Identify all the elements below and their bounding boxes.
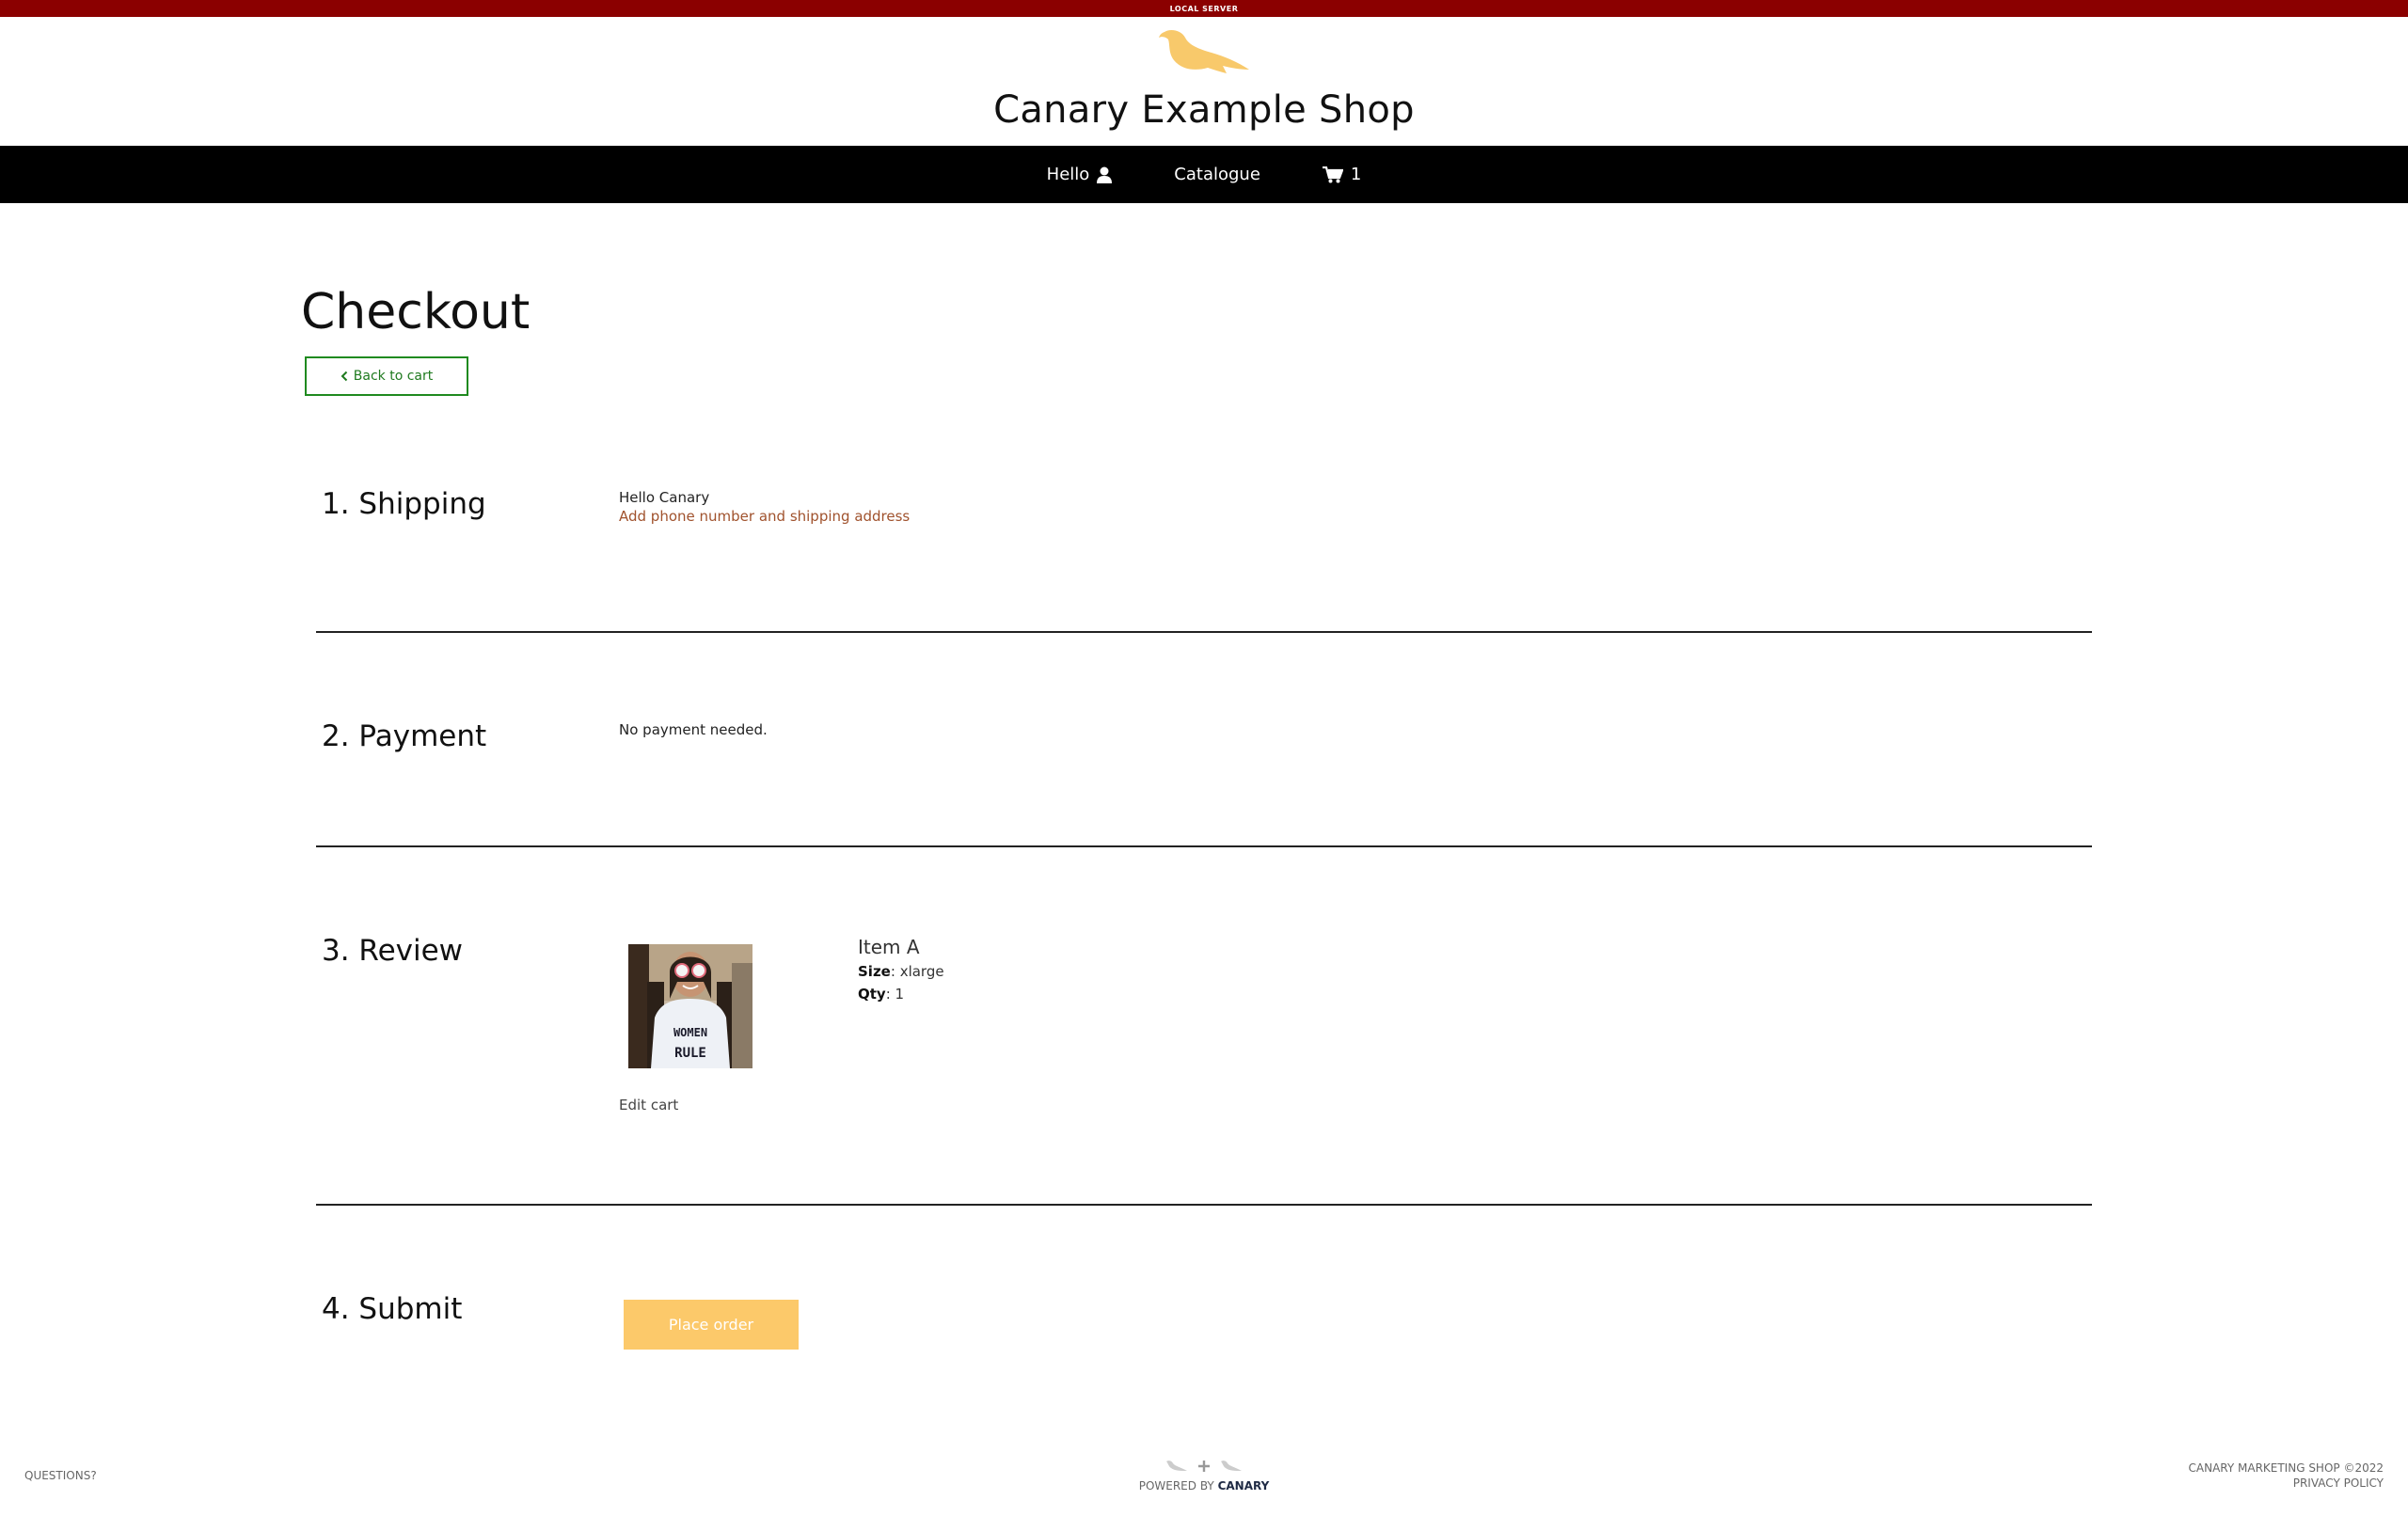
nav-catalogue-label: Catalogue xyxy=(1174,165,1260,184)
powered-by-label: POWERED BY xyxy=(1138,1479,1214,1492)
back-to-cart-button[interactable]: Back to cart xyxy=(305,356,468,396)
payment-text: No payment needed. xyxy=(619,721,768,738)
item-qty: Qty: 1 xyxy=(858,986,905,1003)
privacy-policy-link[interactable]: PRIVACY POLICY xyxy=(2189,1476,2384,1491)
shipping-heading: 1. Shipping xyxy=(322,487,486,521)
edit-cart-link[interactable]: Edit cart xyxy=(619,1097,678,1113)
nav-cart[interactable]: 1 xyxy=(1322,165,1362,184)
product-photo: WOMEN RULE xyxy=(628,944,752,1068)
payment-heading: 2. Payment xyxy=(322,719,487,753)
product-image: WOMEN RULE xyxy=(628,944,752,1068)
nav-hello[interactable]: Hello xyxy=(1047,165,1113,184)
back-to-cart-label: Back to cart xyxy=(353,369,434,384)
item-qty-label: Qty xyxy=(858,986,886,1003)
footer-icons xyxy=(1165,1453,1243,1479)
footer-legal: CANARY MARKETING SHOP ©2022 PRIVACY POLI… xyxy=(2189,1461,2384,1491)
canary-bird-icon xyxy=(1166,1461,1187,1471)
section-divider xyxy=(316,845,2092,847)
canary-bird-icon[interactable] xyxy=(1157,26,1251,85)
powered-by: POWERED BY CANARY xyxy=(1063,1453,1345,1492)
shopping-cart-icon xyxy=(1322,166,1343,182)
powered-by-text: POWERED BY CANARY xyxy=(1139,1479,1270,1492)
main-nav: Hello Catalogue 1 xyxy=(0,146,2408,203)
tshirt-text-line2: RULE xyxy=(674,1046,706,1061)
cart-count: 1 xyxy=(1350,165,1362,184)
canary-bird-icon xyxy=(1221,1461,1242,1471)
tshirt-text-line1: WOMEN xyxy=(673,1026,707,1039)
shipping-greeting: Hello Canary xyxy=(619,489,710,506)
item-name: Item A xyxy=(858,936,920,958)
copyright-text: CANARY MARKETING SHOP ©2022 xyxy=(2188,1461,2384,1475)
item-qty-value: 1 xyxy=(895,986,905,1003)
item-size: Size: xlarge xyxy=(858,963,944,980)
page-title: Checkout xyxy=(301,284,531,340)
environment-banner: LOCAL SERVER xyxy=(0,0,2408,17)
shop-title: Canary Example Shop xyxy=(993,88,1415,132)
section-divider xyxy=(316,631,2092,633)
questions-link[interactable]: QUESTIONS? xyxy=(24,1469,97,1482)
review-heading: 3. Review xyxy=(322,934,464,968)
item-size-value: xlarge xyxy=(899,963,944,980)
user-icon xyxy=(1097,166,1113,183)
chevron-left-icon xyxy=(341,371,347,382)
section-divider xyxy=(316,1204,2092,1206)
item-size-label: Size xyxy=(858,963,891,980)
place-order-button[interactable]: Place order xyxy=(624,1300,799,1350)
nav-hello-label: Hello xyxy=(1046,165,1090,184)
nav-catalogue[interactable]: Catalogue xyxy=(1174,165,1260,184)
submit-heading: 4. Submit xyxy=(322,1292,463,1326)
plus-icon xyxy=(1198,1461,1210,1472)
environment-banner-label: LOCAL SERVER xyxy=(1169,4,1239,13)
powered-by-brand: CANARY xyxy=(1217,1479,1270,1492)
site-header: Canary Example Shop xyxy=(0,17,2408,146)
add-shipping-address-link[interactable]: Add phone number and shipping address xyxy=(619,508,910,525)
